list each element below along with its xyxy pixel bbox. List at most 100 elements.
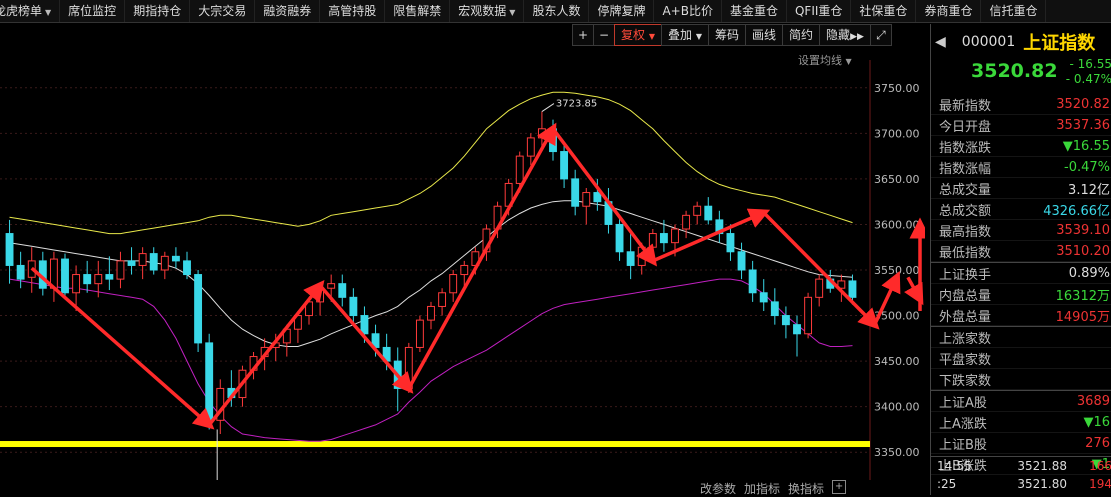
collapse-arrow-icon[interactable]: ◀ [935, 34, 946, 50]
candle-body [194, 274, 203, 344]
candle-body [737, 251, 746, 271]
chart-toolbar: + − 复权 ▼ 叠加 ▼ 筹码 画线 简约 隐藏▶▶ ⤢ [572, 24, 892, 46]
top-menu-item[interactable]: 停牌复牌 [589, 0, 655, 22]
candle-body [648, 233, 657, 248]
top-menu-label: 大宗交易 [198, 4, 247, 18]
zoom-out-button[interactable]: − [593, 24, 615, 46]
chips-button[interactable]: 筹码 [708, 24, 747, 46]
candle-body [781, 315, 790, 326]
top-menu-item[interactable]: 社保重仓 [851, 0, 917, 22]
candle-body [560, 151, 569, 180]
add-indicator-button[interactable]: 加指标 [744, 480, 780, 496]
quote-value: 3689 [1076, 393, 1110, 409]
zoom-in-button[interactable]: + [572, 24, 594, 46]
trade-time: 14:55 [937, 459, 972, 473]
quote-header: ◀ 000001 上证指数 [931, 24, 1111, 60]
candle-body [793, 324, 801, 335]
candle-body [815, 278, 824, 298]
trend-arrow [207, 280, 325, 426]
quote-row: 上证B股 276 [931, 433, 1111, 454]
quote-row: 上证A股 3689 [931, 390, 1111, 412]
candle-body [16, 264, 25, 280]
hide-button[interactable]: 隐藏▶▶ [819, 24, 871, 46]
candle-body [682, 214, 691, 230]
top-menu-label: 高管持股 [328, 4, 377, 18]
top-menu-item[interactable]: 限售解禁 [385, 0, 451, 22]
top-menu-item[interactable]: 席位监控 [60, 0, 126, 22]
top-menu-item[interactable]: 期指持仓 [125, 0, 191, 22]
quote-label: 指数涨幅 [939, 161, 992, 177]
top-menu-label: 信托重仓 [989, 4, 1038, 18]
trend-arrow [551, 127, 658, 267]
top-menu-item[interactable]: 宏观数据 ▼ [450, 0, 525, 22]
fuquan-label: 复权 [621, 28, 646, 42]
top-menu-item[interactable]: 券商重仓 [916, 0, 982, 22]
quote-value: 14905万 [1055, 309, 1110, 325]
quote-label: 上证B股 [939, 437, 987, 453]
candle-body [105, 274, 114, 280]
fuquan-dropdown[interactable]: 复权 ▼ [614, 24, 662, 46]
top-menu-item[interactable]: 高管持股 [320, 0, 386, 22]
quote-value: ▼16 [1083, 414, 1110, 430]
add-panel-icon[interactable]: + [832, 480, 847, 494]
top-menu-item[interactable]: QFII重仓 [787, 0, 852, 22]
candlestick-chart[interactable]: 3750.003700.003650.003600.003550.003500.… [0, 60, 925, 480]
top-menu-item[interactable]: 股东人数 [524, 0, 590, 22]
candle-body [593, 192, 602, 203]
top-menu-label: 融资融券 [263, 4, 312, 18]
top-menu-item[interactable]: 信托重仓 [981, 0, 1047, 22]
trade-volume: 194 [1089, 477, 1111, 491]
y-tick-label: 3450.00 [874, 355, 920, 368]
candle-body [704, 205, 713, 221]
trend-arrow [904, 276, 924, 306]
candle-body [659, 233, 668, 244]
quote-label: 总成交额 [939, 203, 992, 219]
candle-body [582, 192, 591, 207]
quote-row: 总成交额 4326.66亿 [931, 199, 1111, 220]
quote-value: 16312万 [1055, 288, 1110, 304]
top-menu-item[interactable]: 大宗交易 [190, 0, 256, 22]
quote-row: 最高指数 3539.10 [931, 220, 1111, 241]
candle-body [149, 253, 158, 271]
quote-label: 上A涨跌 [939, 416, 987, 432]
top-menu-item[interactable]: 龙虎榜单 ▼ [0, 0, 61, 22]
top-menu-label: 券商重仓 [924, 4, 973, 18]
quote-label: 最低指数 [939, 245, 992, 261]
candle-body [127, 260, 136, 266]
overlay-dropdown[interactable]: 叠加 ▼ [661, 24, 709, 46]
quote-value: 276 [1085, 435, 1110, 451]
quote-label: 今日开盘 [939, 119, 992, 135]
swap-indicator-button[interactable]: 换指标 [788, 480, 824, 496]
candle-body [671, 228, 679, 244]
fullscreen-icon[interactable]: ⤢ [869, 24, 892, 46]
simple-mode-button[interactable]: 简约 [782, 24, 821, 46]
quote-label: 上证换手 [939, 267, 992, 283]
quote-label: 指数涨跌 [939, 140, 992, 156]
candle-body [5, 233, 14, 266]
top-menu-item[interactable]: 基金重仓 [722, 0, 787, 22]
trend-arrow [30, 266, 215, 430]
quote-value: 3520.82 [1056, 96, 1110, 112]
draw-line-button[interactable]: 画线 [745, 24, 784, 46]
candle-body [349, 296, 358, 317]
high-pointer [541, 103, 555, 113]
candle-body [526, 137, 535, 157]
quote-label: 内盘总量 [939, 288, 992, 304]
candle-body [626, 251, 635, 266]
top-menu-item[interactable]: 融资融券 [255, 0, 321, 22]
trade-time: :25 [937, 477, 957, 491]
quote-value: 3510.20 [1056, 243, 1110, 259]
support-line [0, 441, 870, 448]
overlay-label: 叠加 [668, 28, 693, 42]
quote-row: 最低指数 3510.20 [931, 241, 1111, 262]
quote-value: ▼16.55 [1062, 138, 1110, 154]
y-tick-label: 3350.00 [874, 446, 920, 459]
top-menu-item[interactable]: A+B比价 [654, 0, 722, 22]
candle-body [160, 255, 169, 271]
edit-params-button[interactable]: 改参数 [700, 480, 736, 496]
change-value: - 16.55 [1069, 57, 1111, 71]
candle-body [748, 269, 757, 294]
top-menu-label: QFII重仓 [794, 4, 843, 18]
candle-body [804, 296, 813, 335]
candle-body [205, 342, 214, 421]
